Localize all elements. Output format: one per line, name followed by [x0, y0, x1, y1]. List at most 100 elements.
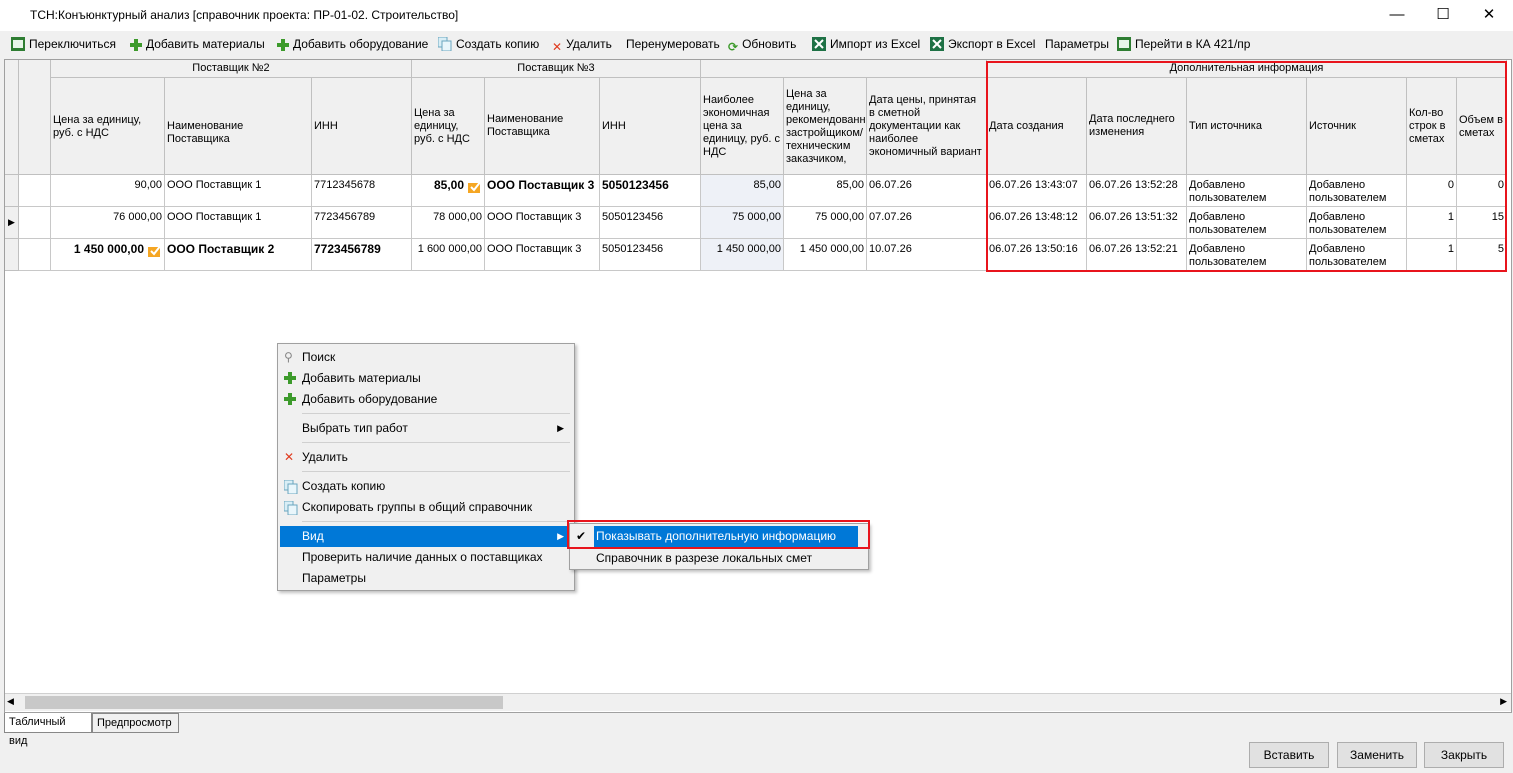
menu-item-params[interactable]: Параметры — [280, 568, 572, 589]
menu-item-create-copy[interactable]: Создать копию — [280, 476, 572, 497]
menu-item-view[interactable]: Вид ▶ — [280, 526, 572, 547]
data-grid[interactable]: Поставщик №2 Поставщик №3 Дополнительная… — [4, 59, 1512, 713]
menu-item-select-work-type[interactable]: Выбрать тип работ ▶ — [280, 418, 572, 439]
row-indicator[interactable] — [5, 239, 19, 271]
menu-item-label: Создать копию — [302, 479, 386, 493]
col-econ-price[interactable]: Наиболее экономичная цена за единицу, ру… — [701, 78, 784, 175]
table-cell[interactable]: 75 000,00 — [784, 207, 867, 239]
table-cell[interactable]: 06.07.26 — [867, 175, 987, 207]
add-materials-label: Добавить материалы — [146, 37, 265, 51]
col-inn3[interactable]: ИНН — [600, 78, 701, 175]
supplier2-group-header: Поставщик №2 — [51, 60, 412, 78]
submenu-arrow-icon: ▶ — [557, 423, 564, 433]
menu-item-label: Вид — [302, 529, 324, 543]
table-cell[interactable] — [19, 239, 51, 271]
menu-item-add-materials[interactable]: Добавить материалы — [280, 368, 572, 389]
menu-item-label: Удалить — [302, 450, 348, 464]
selected-price-icon — [148, 244, 162, 257]
table-cell[interactable]: ООО Поставщик 1 — [165, 175, 312, 207]
menu-item-label: Поиск — [302, 350, 336, 364]
maximize-button[interactable]: ☐ — [1420, 0, 1466, 31]
import-excel-button[interactable]: Импорт из Excel — [812, 34, 920, 54]
col-price3[interactable]: Цена за единицу, руб. с НДС — [412, 78, 485, 175]
table-cell[interactable]: 90,00 — [51, 175, 165, 207]
table-cell[interactable]: 76 000,00 — [51, 207, 165, 239]
table-cell[interactable]: 10.07.26 — [867, 239, 987, 271]
table-cell[interactable] — [19, 175, 51, 207]
table-cell[interactable]: ООО Поставщик 3 — [485, 175, 600, 207]
menu-item-delete[interactable]: ✕ Удалить — [280, 447, 572, 468]
col-name3[interactable]: Наименование Поставщика — [485, 78, 600, 175]
table-cell[interactable]: 1 450 000,00 — [51, 239, 165, 271]
export-excel-button[interactable]: Экспорт в Excel — [930, 34, 1035, 54]
add-materials-button[interactable]: Добавить материалы — [130, 34, 265, 54]
menu-item-label: Скопировать группы в общий справочник — [302, 500, 533, 514]
excel-icon — [812, 37, 826, 51]
table-cell[interactable]: 07.07.26 — [867, 207, 987, 239]
menu-item-label: Параметры — [302, 571, 366, 585]
table-cell[interactable]: ООО Поставщик 3 — [485, 207, 600, 239]
renumber-label: Перенумеровать — [626, 37, 720, 51]
add-equipment-button[interactable]: Добавить оборудование — [277, 34, 428, 54]
cell-value: 85,00 — [433, 178, 464, 192]
tab-table-view[interactable]: Табличный вид — [4, 713, 92, 747]
table-cell[interactable]: 85,00 — [784, 175, 867, 207]
create-copy-button[interactable]: Создать копию — [438, 34, 539, 54]
scroll-left-icon[interactable]: ◀ — [7, 696, 14, 707]
params-button[interactable]: Параметры — [1045, 34, 1109, 54]
table-cell[interactable] — [19, 207, 51, 239]
table-cell[interactable]: 7712345678 — [312, 175, 412, 207]
table-cell[interactable]: 5050123456 — [600, 207, 701, 239]
app-icon — [9, 9, 23, 23]
close-window-button[interactable]: ✕ — [1466, 0, 1512, 31]
scroll-thumb[interactable] — [25, 696, 503, 709]
insert-button[interactable]: Вставить — [1249, 742, 1329, 768]
row-indicator[interactable]: ▶ — [5, 207, 19, 239]
table-cell[interactable]: 7723456789 — [312, 207, 412, 239]
col-recommended[interactable]: Цена за единицу, рекомендованная застрой… — [784, 78, 867, 175]
menu-item-add-equipment[interactable]: Добавить оборудование — [280, 389, 572, 410]
window-title: ТСН:Конъюнктурный анализ [справочник про… — [30, 8, 459, 22]
table-cell[interactable]: 1 450 000,00 — [701, 239, 784, 271]
goto-ka-button[interactable]: Перейти в КА 421/пр — [1117, 34, 1250, 54]
delete-icon: ✕ — [284, 450, 295, 464]
col-inn2[interactable]: ИНН — [312, 78, 412, 175]
table-cell[interactable]: ООО Поставщик 2 — [165, 239, 312, 271]
table-cell[interactable]: ООО Поставщик 1 — [165, 207, 312, 239]
table-cell[interactable]: 5050123456 — [600, 239, 701, 271]
params-label: Параметры — [1045, 37, 1109, 51]
col-price-date[interactable]: Дата цены, принятая в сметной документац… — [867, 78, 987, 175]
table-cell[interactable]: 78 000,00 — [412, 207, 485, 239]
close-button[interactable]: Закрыть — [1424, 742, 1504, 768]
col-name2[interactable]: Наименование Поставщика — [165, 78, 312, 175]
switch-button[interactable]: Переключиться — [11, 34, 116, 54]
replace-button[interactable]: Заменить — [1337, 742, 1417, 768]
menu-item-copy-groups[interactable]: Скопировать группы в общий справочник — [280, 497, 572, 518]
refresh-button[interactable]: ⟳ Обновить — [728, 34, 796, 54]
renumber-button[interactable]: Перенумеровать — [626, 34, 720, 54]
scroll-right-icon[interactable]: ▶ — [1500, 696, 1507, 707]
table-cell[interactable]: 5050123456 — [600, 175, 701, 207]
table-cell[interactable]: 85,00 — [412, 175, 485, 207]
menu-item-check-suppliers[interactable]: Проверить наличие данных о поставщиках — [280, 547, 572, 568]
table-cell[interactable]: 85,00 — [701, 175, 784, 207]
delete-button[interactable]: ✕ Удалить — [552, 34, 612, 54]
copy-icon — [284, 480, 298, 494]
horizontal-scrollbar[interactable]: ◀ ▶ — [5, 693, 1511, 711]
table-cell[interactable]: 1 600 000,00 — [412, 239, 485, 271]
table-cell[interactable]: 75 000,00 — [701, 207, 784, 239]
menu-item-search[interactable]: ⚲ Поиск — [280, 347, 572, 368]
menu-separator — [302, 442, 570, 443]
minimize-button[interactable]: — — [1374, 0, 1420, 31]
menu-item-by-local-estimates[interactable]: Справочник в разрезе локальных смет — [594, 548, 858, 569]
tab-preview[interactable]: Предпросмотр — [92, 713, 179, 733]
table-cell[interactable]: 1 450 000,00 — [784, 239, 867, 271]
row-indicator[interactable] — [5, 175, 19, 207]
search-icon: ⚲ — [284, 350, 293, 364]
col-price2[interactable]: Цена за единицу, руб. с НДС — [51, 78, 165, 175]
table-cell[interactable]: 7723456789 — [312, 239, 412, 271]
refresh-icon: ⟳ — [728, 40, 739, 54]
excel-icon — [930, 37, 944, 51]
table-cell[interactable]: ООО Поставщик 3 — [485, 239, 600, 271]
add-equipment-label: Добавить оборудование — [293, 37, 429, 51]
